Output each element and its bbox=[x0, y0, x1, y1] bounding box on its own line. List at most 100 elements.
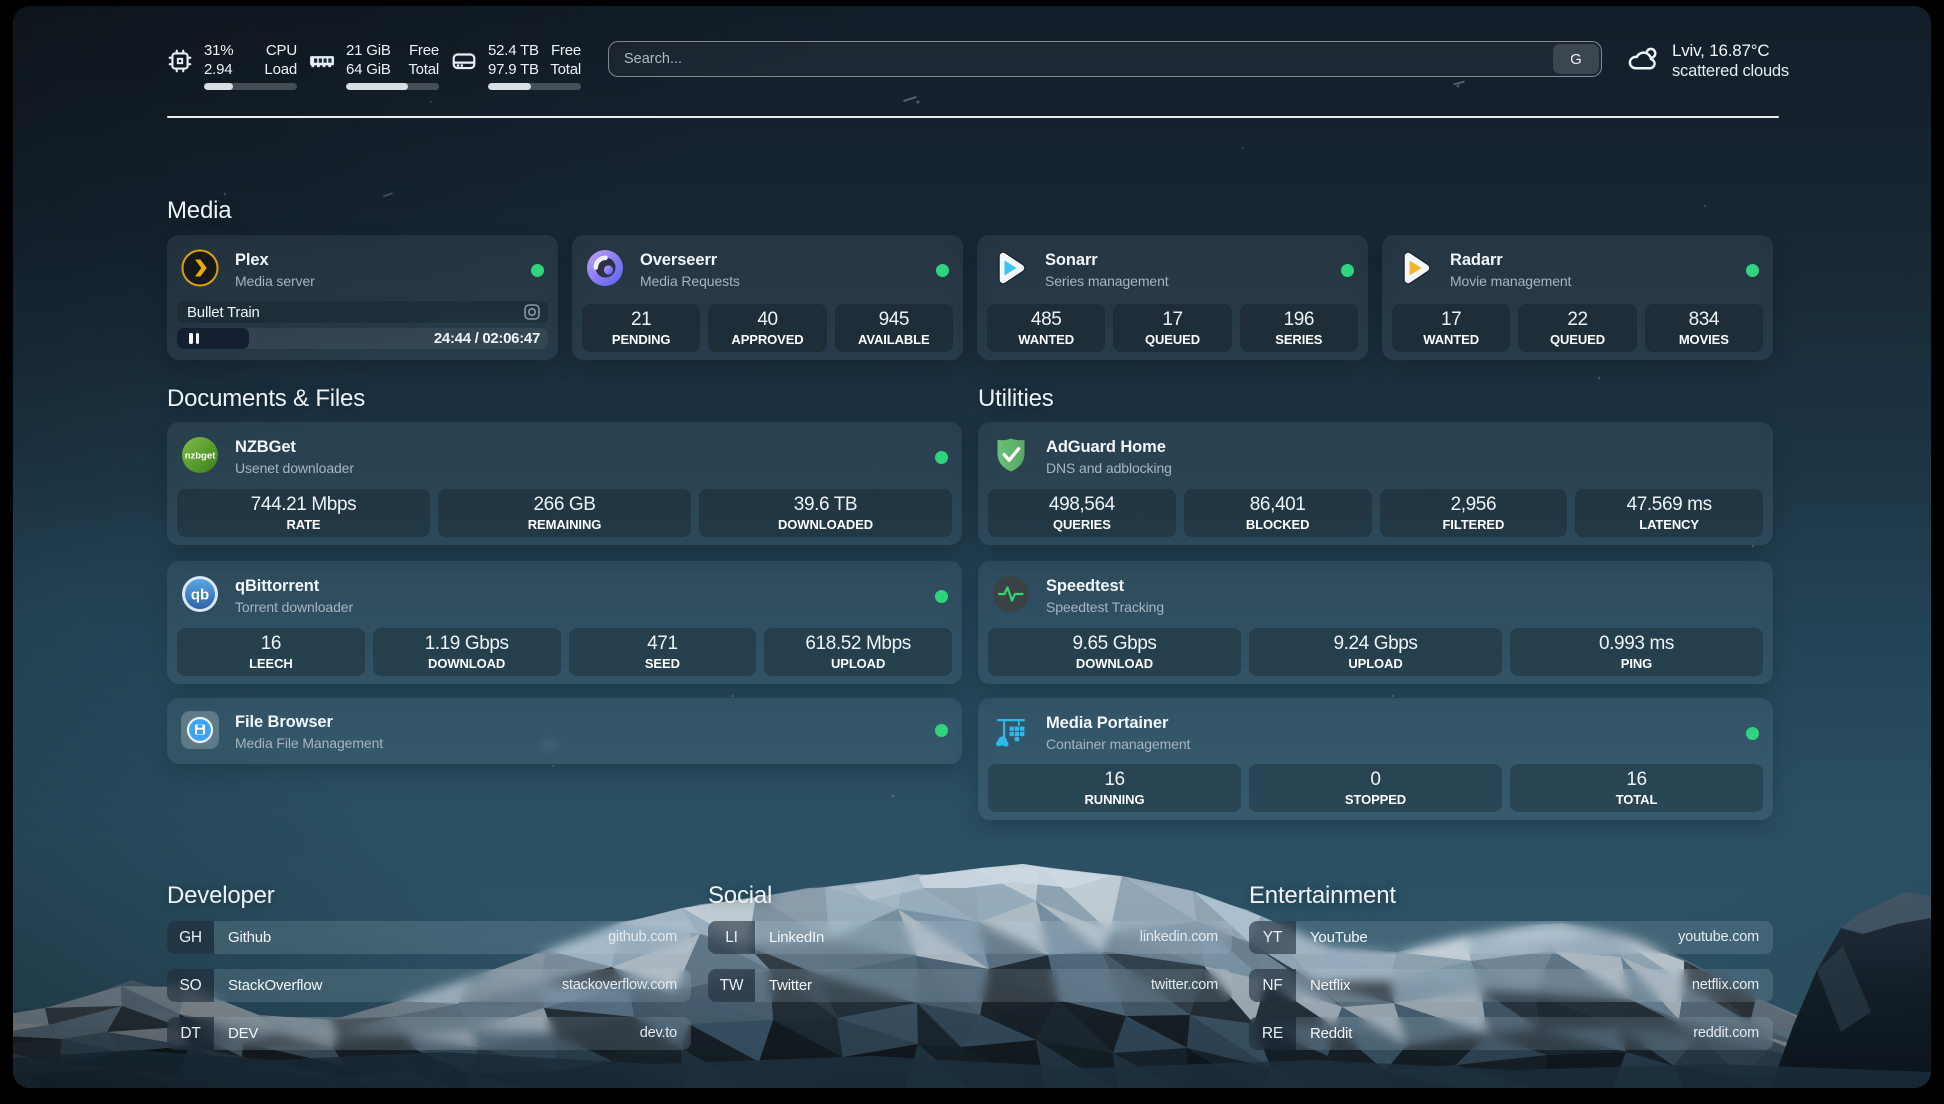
cpu-load-label: Load bbox=[264, 60, 297, 79]
nzbget-icon: nzbget bbox=[181, 436, 219, 474]
filebrowser-icon bbox=[181, 711, 219, 749]
stat-box: 16 LEECH bbox=[177, 628, 365, 676]
speedtest-icon bbox=[992, 575, 1030, 613]
service-card-nzbget[interactable]: nzbget NZBGet Usenet downloader 744.21 M… bbox=[167, 422, 962, 545]
stat-value: 16 bbox=[988, 769, 1241, 791]
stat-value: 9.65 Gbps bbox=[988, 633, 1241, 655]
resource-widget-cpu: 31% CPU 2.94 Load bbox=[167, 41, 297, 90]
bookmark-twitter[interactable]: TW Twitter twitter.com bbox=[708, 969, 1232, 1002]
bookmark-abbr: DT bbox=[167, 1017, 214, 1050]
media-cards-row: Plex Media server Bullet Train bbox=[167, 235, 1773, 360]
cpu-label: CPU bbox=[266, 41, 297, 60]
stat-label: SERIES bbox=[1240, 331, 1358, 349]
stat-box: 9.65 Gbps DOWNLOAD bbox=[988, 628, 1241, 676]
plex-progress-track: 24:44 / 02:06:47 bbox=[177, 328, 548, 349]
cpu-icon bbox=[167, 48, 193, 74]
service-subtitle: Torrent downloader bbox=[235, 598, 353, 617]
service-subtitle: Movie management bbox=[1450, 272, 1571, 291]
bookmark-name: DEV bbox=[228, 1017, 640, 1050]
stat-value: 834 bbox=[1645, 309, 1763, 331]
memory-free-label: Free bbox=[409, 41, 439, 60]
stat-value: 945 bbox=[835, 309, 953, 331]
bookmark-reddit[interactable]: RE Reddit reddit.com bbox=[1249, 1017, 1773, 1050]
stat-value: 16 bbox=[1510, 769, 1763, 791]
service-card-filebrowser[interactable]: File Browser Media File Management bbox=[167, 698, 962, 764]
disk-progress-fill bbox=[488, 83, 531, 90]
stat-label: AVAILABLE bbox=[835, 331, 953, 349]
service-title: Media Portainer bbox=[1046, 713, 1190, 733]
service-card-portainer[interactable]: Media Portainer Container management 16 … bbox=[978, 698, 1773, 820]
service-subtitle: Container management bbox=[1046, 735, 1190, 754]
bookmark-abbr: SO bbox=[167, 969, 214, 1002]
bookmark-dev[interactable]: DT DEV dev.to bbox=[167, 1017, 691, 1050]
plex-now-playing-title: Bullet Train bbox=[187, 304, 260, 321]
disk-progress-track bbox=[488, 83, 581, 90]
bookmark-group-title: Entertainment bbox=[1249, 882, 1773, 909]
radarr-icon bbox=[1396, 249, 1434, 287]
stat-value: 1.19 Gbps bbox=[373, 633, 561, 655]
service-card-adguard[interactable]: AdGuard Home DNS and adblocking 498,564 … bbox=[978, 422, 1773, 545]
stat-label: TOTAL bbox=[1510, 791, 1763, 809]
bookmark-name: Reddit bbox=[1310, 1017, 1693, 1050]
bookmark-youtube[interactable]: YT YouTube youtube.com bbox=[1249, 921, 1773, 954]
pause-icon[interactable] bbox=[189, 333, 199, 344]
stat-label: QUEUED bbox=[1518, 331, 1636, 349]
stat-label: LEECH bbox=[177, 655, 365, 673]
plex-icon bbox=[181, 249, 219, 287]
service-title: Overseerr bbox=[640, 250, 740, 270]
stat-value: 0 bbox=[1249, 769, 1502, 791]
search-provider-button[interactable]: G bbox=[1553, 44, 1599, 74]
service-title: AdGuard Home bbox=[1046, 437, 1172, 457]
bookmark-name: Twitter bbox=[769, 969, 1151, 1002]
status-dot bbox=[935, 451, 948, 464]
bookmark-name: Github bbox=[228, 921, 608, 954]
section-documents: Documents & Files bbox=[167, 385, 962, 764]
weather-condition: scattered clouds bbox=[1672, 61, 1789, 81]
service-card-speedtest[interactable]: Speedtest Speedtest Tracking 9.65 Gbps D… bbox=[978, 561, 1773, 684]
cpu-progress-fill bbox=[204, 83, 233, 90]
stat-box: 22 QUEUED bbox=[1518, 304, 1636, 352]
stat-label: RUNNING bbox=[988, 791, 1241, 809]
bookmark-linkedin[interactable]: LI LinkedIn linkedin.com bbox=[708, 921, 1232, 954]
weather-widget[interactable]: Lviv, 16.87°C scattered clouds bbox=[1627, 41, 1789, 81]
bookmark-url: dev.to bbox=[640, 1017, 677, 1050]
bookmark-netflix[interactable]: NF Netflix netflix.com bbox=[1249, 969, 1773, 1002]
service-card-plex[interactable]: Plex Media server Bullet Train bbox=[167, 235, 558, 360]
stat-box: 945 AVAILABLE bbox=[835, 304, 953, 352]
memory-total-value: 64 GiB bbox=[346, 60, 391, 79]
stat-value: 618.52 Mbps bbox=[764, 633, 952, 655]
stat-value: 47.569 ms bbox=[1575, 494, 1763, 516]
service-card-qbittorrent[interactable]: qb qBittorrent Torrent downloader 16 bbox=[167, 561, 962, 684]
bookmark-url: github.com bbox=[608, 921, 677, 954]
service-title: Speedtest bbox=[1046, 576, 1164, 596]
section-utilities: Utilities bbox=[978, 385, 1773, 820]
stat-label: RATE bbox=[177, 516, 430, 534]
service-subtitle: DNS and adblocking bbox=[1046, 459, 1172, 478]
bookmark-github[interactable]: GH Github github.com bbox=[167, 921, 691, 954]
service-card-radarr[interactable]: Radarr Movie management 17 WANTED 22 QUE… bbox=[1382, 235, 1773, 360]
bookmark-name: Netflix bbox=[1310, 969, 1692, 1002]
service-subtitle: Media File Management bbox=[235, 734, 383, 753]
status-dot bbox=[936, 264, 949, 277]
service-card-sonarr[interactable]: Sonarr Series management 485 WANTED 17 Q… bbox=[977, 235, 1368, 360]
service-title: File Browser bbox=[235, 712, 383, 732]
bookmark-url: stackoverflow.com bbox=[562, 969, 677, 1002]
stat-label: PING bbox=[1510, 655, 1763, 673]
section-title-media: Media bbox=[167, 197, 1773, 224]
stat-box: 39.6 TB DOWNLOADED bbox=[699, 489, 952, 537]
search-input[interactable] bbox=[609, 42, 1601, 76]
service-card-overseerr[interactable]: Overseerr Media Requests 21 PENDING 40 A… bbox=[572, 235, 963, 360]
stat-value: 196 bbox=[1240, 309, 1358, 331]
disk-free-label: Free bbox=[551, 41, 581, 60]
svg-text:qb: qb bbox=[191, 587, 209, 604]
disk-icon bbox=[451, 48, 477, 74]
stat-box: 834 MOVIES bbox=[1645, 304, 1763, 352]
bookmark-group-entertainment: Entertainment YT YouTube youtube.com NF … bbox=[1249, 882, 1773, 1065]
stat-value: 17 bbox=[1113, 309, 1231, 331]
bookmark-stackoverflow[interactable]: SO StackOverflow stackoverflow.com bbox=[167, 969, 691, 1002]
bookmark-name: LinkedIn bbox=[769, 921, 1140, 954]
stat-box: 21 PENDING bbox=[582, 304, 700, 352]
stat-value: 86,401 bbox=[1184, 494, 1372, 516]
service-subtitle: Media Requests bbox=[640, 272, 740, 291]
section-title-documents: Documents & Files bbox=[167, 385, 962, 412]
